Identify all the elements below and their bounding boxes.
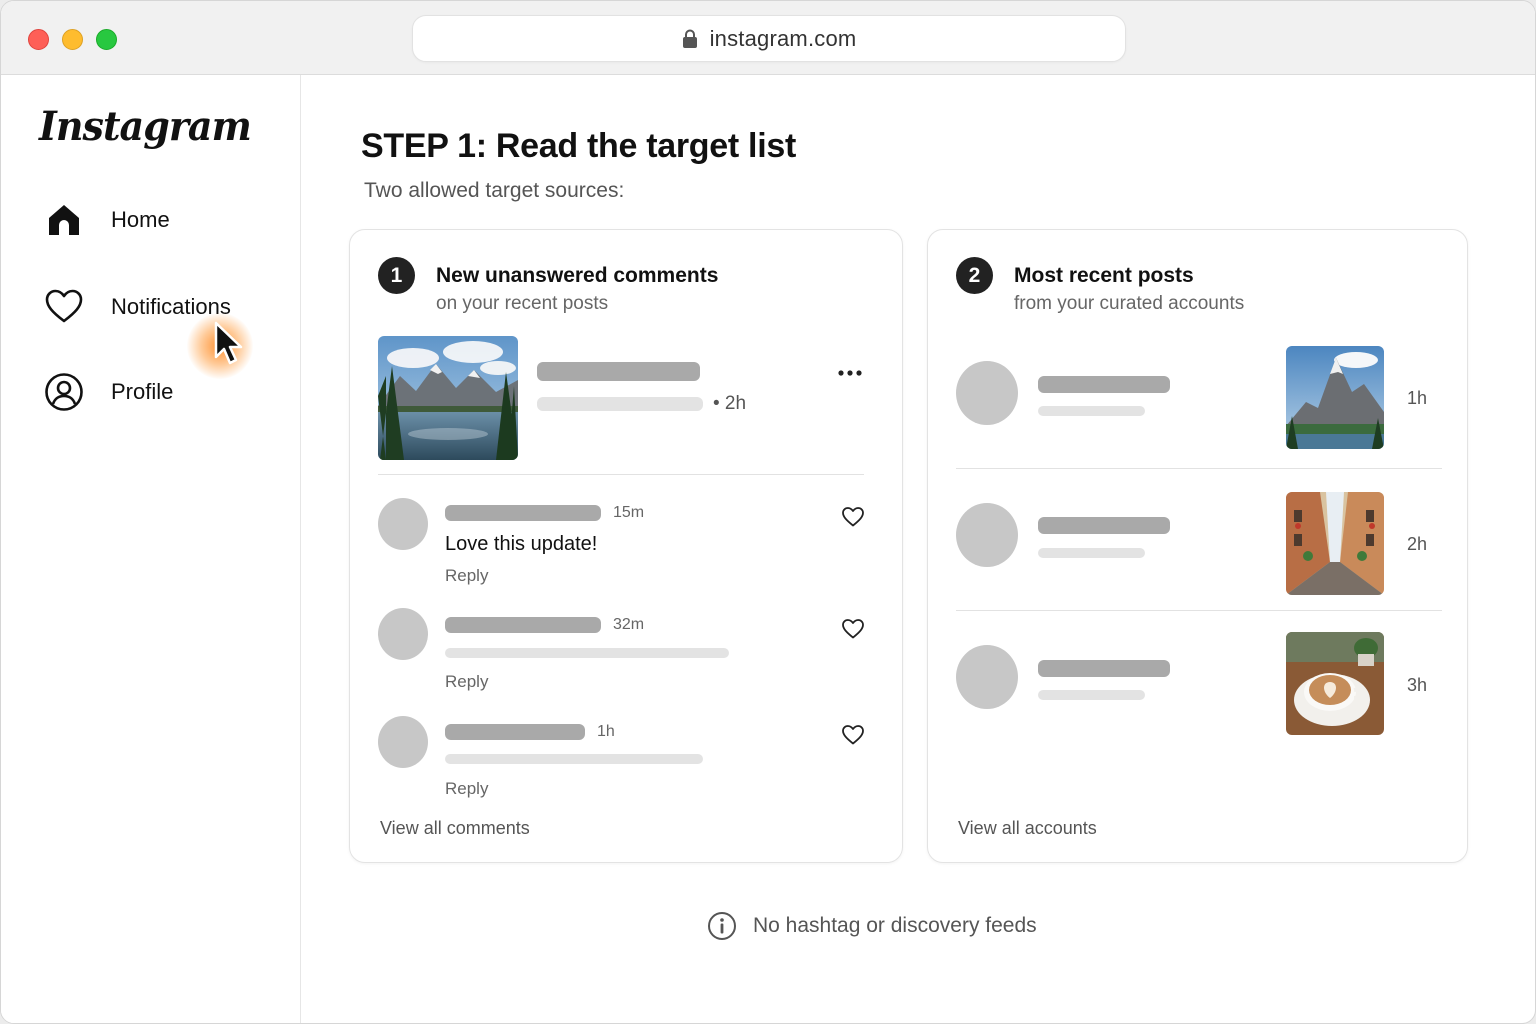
card-title: New unanswered comments: [436, 264, 719, 287]
view-all-accounts-link[interactable]: View all accounts: [958, 818, 1097, 839]
commenter-name-placeholder: [445, 617, 601, 633]
browser-window: instagram.com Instagram Home Notificatio…: [0, 0, 1536, 1024]
info-icon: [707, 911, 737, 941]
post-time: 1h: [1407, 388, 1428, 408]
account-name-placeholder: [1038, 660, 1170, 677]
post-time: • 2h: [713, 393, 747, 414]
comment-text-placeholder: [445, 754, 703, 764]
lock-icon: [682, 29, 698, 49]
card-subtitle: from your curated accounts: [1014, 293, 1245, 314]
mouse-cursor-icon: [213, 321, 245, 367]
post-meta-placeholder: [537, 397, 703, 411]
address-bar[interactable]: instagram.com: [412, 15, 1126, 62]
step-number-badge: 1: [378, 257, 415, 294]
post-thumbnail-mountain-lake[interactable]: [378, 336, 518, 460]
account-meta-placeholder: [1038, 690, 1145, 700]
like-comment-heart-icon[interactable]: [841, 505, 865, 529]
account-name-placeholder: [1038, 376, 1170, 393]
post-title-placeholder: [537, 362, 700, 381]
post-thumbnail-street[interactable]: [1286, 492, 1384, 595]
comment-time: 15m: [613, 504, 645, 521]
post-time: 2h: [1407, 534, 1428, 554]
account-avatar[interactable]: [956, 361, 1018, 425]
account-avatar[interactable]: [956, 503, 1018, 567]
card-subtitle: on your recent posts: [436, 293, 609, 314]
minimize-window-button[interactable]: [62, 29, 83, 50]
comments-source-card: 1 New unanswered comments on your recent…: [349, 229, 903, 863]
divider: [956, 468, 1442, 469]
sidebar-item-label: Home: [111, 207, 170, 232]
post-time: 3h: [1407, 675, 1428, 695]
url-text: instagram.com: [709, 25, 857, 51]
reply-link[interactable]: Reply: [445, 779, 488, 799]
main-content: STEP 1: Read the target list Two allowed…: [301, 75, 1535, 1023]
comment-time: 32m: [613, 616, 645, 633]
commenter-avatar[interactable]: [378, 608, 428, 660]
curated-accounts-source-card: 2 Most recent posts from your curated ac…: [927, 229, 1468, 863]
comment-time: 1h: [597, 723, 615, 740]
step-number-badge: 2: [956, 257, 993, 294]
divider: [956, 610, 1442, 611]
heart-outline-icon: [43, 286, 85, 328]
like-comment-heart-icon[interactable]: [841, 617, 865, 641]
divider: [378, 474, 864, 475]
account-name-placeholder: [1038, 517, 1170, 534]
footer-note: No hashtag or discovery feeds: [707, 911, 1037, 941]
commenter-name-placeholder: [445, 724, 585, 740]
account-avatar[interactable]: [956, 645, 1018, 709]
post-thumbnail-mountain[interactable]: [1286, 346, 1384, 449]
view-all-comments-link[interactable]: View all comments: [380, 818, 530, 839]
sidebar-item-home[interactable]: Home: [43, 199, 170, 241]
instagram-logo[interactable]: Instagram: [39, 103, 252, 150]
comment-text-placeholder: [445, 648, 729, 658]
commenter-avatar[interactable]: [378, 716, 428, 768]
page-title: STEP 1: Read the target list: [361, 127, 796, 165]
sidebar-item-label: Profile: [111, 379, 174, 404]
sidebar-item-profile[interactable]: Profile: [43, 371, 173, 413]
home-icon: [43, 199, 85, 241]
post-thumbnail-coffee[interactable]: [1286, 632, 1384, 735]
more-options-icon[interactable]: [836, 363, 864, 383]
user-circle-icon: [43, 371, 85, 413]
account-meta-placeholder: [1038, 406, 1145, 416]
zoom-window-button[interactable]: [96, 29, 117, 50]
close-window-button[interactable]: [28, 29, 49, 50]
page-subtitle: Two allowed target sources:: [364, 179, 625, 202]
commenter-avatar[interactable]: [378, 498, 428, 550]
like-comment-heart-icon[interactable]: [841, 723, 865, 747]
comment-text: Love this update!: [445, 533, 598, 555]
sidebar: Instagram Home Notifications Profile: [1, 75, 301, 1023]
card-title: Most recent posts: [1014, 264, 1194, 287]
account-meta-placeholder: [1038, 548, 1145, 558]
title-bar: instagram.com: [1, 1, 1535, 75]
footer-note-text: No hashtag or discovery feeds: [753, 914, 1037, 937]
reply-link[interactable]: Reply: [445, 566, 488, 586]
reply-link[interactable]: Reply: [445, 672, 488, 692]
commenter-name-placeholder: [445, 505, 601, 521]
